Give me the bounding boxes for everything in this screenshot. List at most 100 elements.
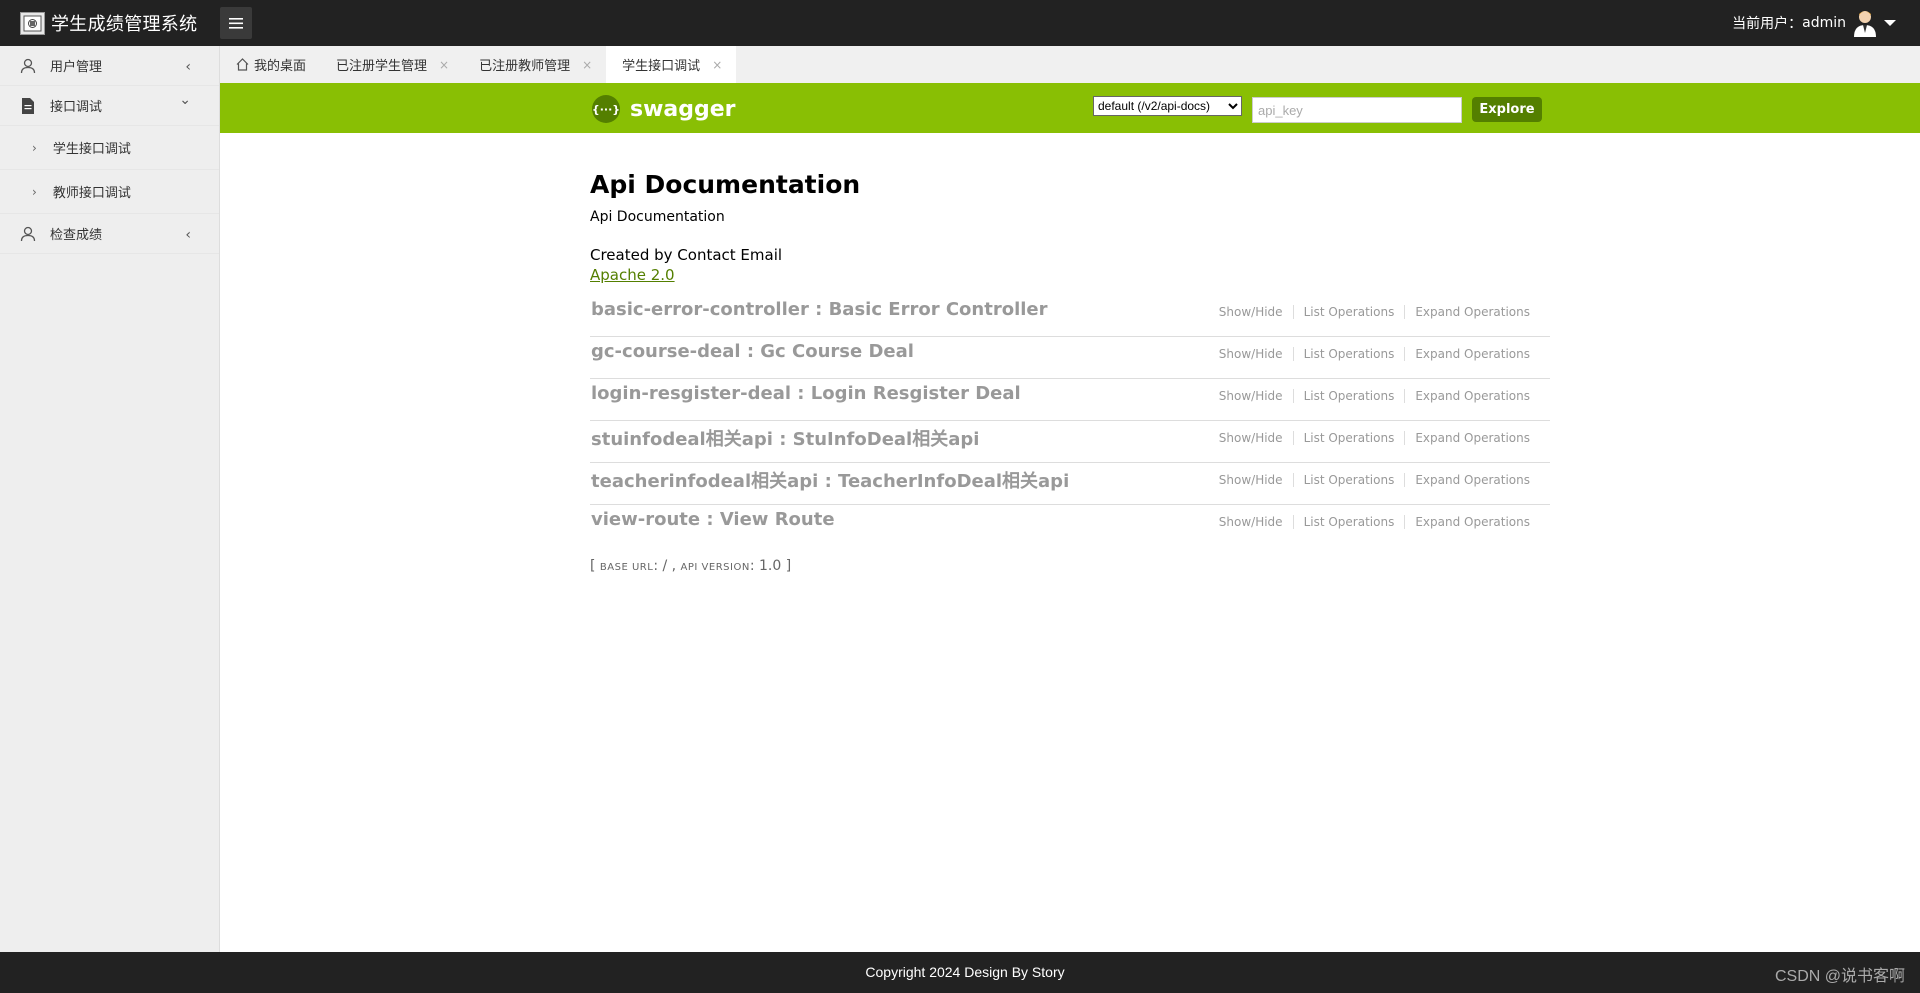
brand-logo-icon <box>20 11 45 35</box>
sidebar: 用户管理 ‹ 接口调试 ⌄ › 学生接口调试 › 教师接口调试 检查成绩 ‹ <box>0 46 220 952</box>
user-menu[interactable]: 当前用户： admin <box>1732 8 1896 38</box>
close-icon[interactable]: × <box>439 58 449 72</box>
show-hide-link[interactable]: Show/Hide <box>1209 473 1293 487</box>
chevron-down-icon: ⌄ <box>179 92 191 108</box>
top-header: 学生成绩管理系统 当前用户： admin <box>0 0 1920 46</box>
footer: Copyright 2024 Design By Story CSDN @说书客… <box>0 952 1920 993</box>
show-hide-link[interactable]: Show/Hide <box>1209 347 1293 361</box>
resource-operations: Show/Hide List Operations Expand Operati… <box>1209 515 1540 529</box>
sidebar-item-label: 用户管理 <box>50 60 103 75</box>
resource-row: teacherinfodeal相关api : TeacherInfoDeal相关… <box>590 463 1550 505</box>
resource-operations: Show/Hide List Operations Expand Operati… <box>1209 305 1540 319</box>
resource-operations: Show/Hide List Operations Expand Operati… <box>1209 347 1540 361</box>
sidebar-subitem-teacher-api[interactable]: › 教师接口调试 <box>0 170 219 214</box>
expand-operations-link[interactable]: Expand Operations <box>1404 389 1540 403</box>
home-icon <box>236 58 249 71</box>
resource-name[interactable]: view-route : View Route <box>591 509 835 530</box>
tab-registered-students[interactable]: 已注册学生管理 × <box>320 46 463 83</box>
list-operations-link[interactable]: List Operations <box>1292 431 1405 445</box>
api-key-input[interactable] <box>1252 97 1462 123</box>
tab-label: 学生接口调试 <box>622 59 701 74</box>
close-icon[interactable]: × <box>712 58 722 72</box>
current-user-label: 当前用户： <box>1732 16 1803 32</box>
api-version-label: API VERSION <box>680 562 750 573</box>
sidebar-item-user-management[interactable]: 用户管理 ‹ <box>0 46 219 86</box>
show-hide-link[interactable]: Show/Hide <box>1209 305 1293 319</box>
chevron-left-icon: ‹ <box>185 227 191 243</box>
footer-copyright: Copyright 2024 Design By Story <box>865 964 1065 980</box>
resource-name[interactable]: teacherinfodeal相关api : TeacherInfoDeal相关… <box>591 467 1069 493</box>
api-contact: Created by Contact Email <box>590 246 783 264</box>
swagger-logo[interactable]: {···} swagger <box>592 95 736 123</box>
watermark: CSDN @说书客啊 <box>1774 968 1905 985</box>
list-operations-link[interactable]: List Operations <box>1292 347 1405 361</box>
close-icon[interactable]: × <box>582 58 592 72</box>
sidebar-item-check-grades[interactable]: 检查成绩 ‹ <box>0 214 219 254</box>
api-base-info: [ BASE URL: / , API VERSION: 1.0 ] <box>590 558 791 574</box>
app-title: 学生成绩管理系统 <box>51 14 198 35</box>
chevron-right-icon: › <box>32 184 37 199</box>
base-url-value: : / , <box>653 558 681 574</box>
sidebar-subitem-student-api[interactable]: › 学生接口调试 <box>0 126 219 170</box>
tab-label: 我的桌面 <box>254 59 307 74</box>
resource-row: view-route : View Route Show/Hide List O… <box>590 505 1550 547</box>
expand-operations-link[interactable]: Expand Operations <box>1404 515 1540 529</box>
expand-operations-link[interactable]: Expand Operations <box>1404 305 1540 319</box>
sidebar-subitem-label: 学生接口调试 <box>52 142 131 157</box>
tab-label: 已注册教师管理 <box>479 59 571 74</box>
resource-row: basic-error-controller : Basic Error Con… <box>590 295 1550 337</box>
resource-operations: Show/Hide List Operations Expand Operati… <box>1209 389 1540 403</box>
resource-operations: Show/Hide List Operations Expand Operati… <box>1209 431 1540 445</box>
sidebar-subitem-label: 教师接口调试 <box>52 186 131 201</box>
sidebar-item-label: 接口调试 <box>50 100 103 115</box>
list-operations-link[interactable]: List Operations <box>1292 473 1405 487</box>
current-user-name: admin <box>1802 15 1846 31</box>
brand: 学生成绩管理系统 <box>20 10 197 36</box>
swagger-header: {···} swagger default (/v2/api-docs) Exp… <box>220 83 1920 133</box>
api-description: Api Documentation <box>590 209 725 225</box>
base-url-label: BASE URL <box>599 562 654 573</box>
resource-row: login-resgister-deal : Login Resgister D… <box>590 379 1550 421</box>
tab-bar: 我的桌面 已注册学生管理 × 已注册教师管理 × 学生接口调试 × <box>220 46 1920 83</box>
user-icon <box>20 58 36 74</box>
resource-name[interactable]: basic-error-controller : Basic Error Con… <box>591 299 1048 320</box>
tab-registered-teachers[interactable]: 已注册教师管理 × <box>463 46 606 83</box>
list-operations-link[interactable]: List Operations <box>1292 389 1405 403</box>
sidebar-item-api-debug[interactable]: 接口调试 ⌄ <box>0 86 219 126</box>
avatar[interactable] <box>1852 9 1878 37</box>
swagger-logo-text: swagger <box>630 96 736 122</box>
show-hide-link[interactable]: Show/Hide <box>1209 515 1293 529</box>
list-operations-link[interactable]: List Operations <box>1292 305 1405 319</box>
base-info-open: [ <box>590 558 600 574</box>
expand-operations-link[interactable]: Expand Operations <box>1404 431 1540 445</box>
user-icon <box>20 226 36 242</box>
license-link[interactable]: Apache 2.0 <box>590 266 675 284</box>
resource-name[interactable]: login-resgister-deal : Login Resgister D… <box>591 383 1021 404</box>
chevron-left-icon: ‹ <box>185 59 191 75</box>
tab-label: 已注册学生管理 <box>336 59 428 74</box>
document-icon <box>20 97 36 114</box>
explore-button[interactable]: Explore <box>1472 97 1542 122</box>
api-version-value: : 1.0 ] <box>749 558 792 574</box>
menu-toggle-button[interactable] <box>220 7 252 39</box>
tab-student-api-debug[interactable]: 学生接口调试 × <box>606 46 737 83</box>
list-operations-link[interactable]: List Operations <box>1292 515 1405 529</box>
page-title: Api Documentation <box>590 170 861 199</box>
sidebar-item-label: 检查成绩 <box>50 228 103 243</box>
chevron-right-icon: › <box>32 140 37 155</box>
resource-name[interactable]: gc-course-deal : Gc Course Deal <box>591 341 914 362</box>
resource-operations: Show/Hide List Operations Expand Operati… <box>1209 473 1540 487</box>
show-hide-link[interactable]: Show/Hide <box>1209 389 1293 403</box>
resource-name[interactable]: stuinfodeal相关api : StuInfoDeal相关api <box>591 425 979 451</box>
expand-operations-link[interactable]: Expand Operations <box>1404 347 1540 361</box>
api-info: Api Documentation Api Documentation Crea… <box>590 170 1550 284</box>
hamburger-icon <box>229 17 243 29</box>
tab-my-desktop[interactable]: 我的桌面 <box>220 46 320 83</box>
show-hide-link[interactable]: Show/Hide <box>1209 431 1293 445</box>
api-spec-select[interactable]: default (/v2/api-docs) <box>1093 96 1242 116</box>
resource-row: gc-course-deal : Gc Course Deal Show/Hid… <box>590 337 1550 379</box>
expand-operations-link[interactable]: Expand Operations <box>1404 473 1540 487</box>
swagger-logo-icon: {···} <box>592 95 620 123</box>
caret-down-icon[interactable] <box>1884 20 1896 26</box>
resource-list: basic-error-controller : Basic Error Con… <box>590 295 1550 547</box>
